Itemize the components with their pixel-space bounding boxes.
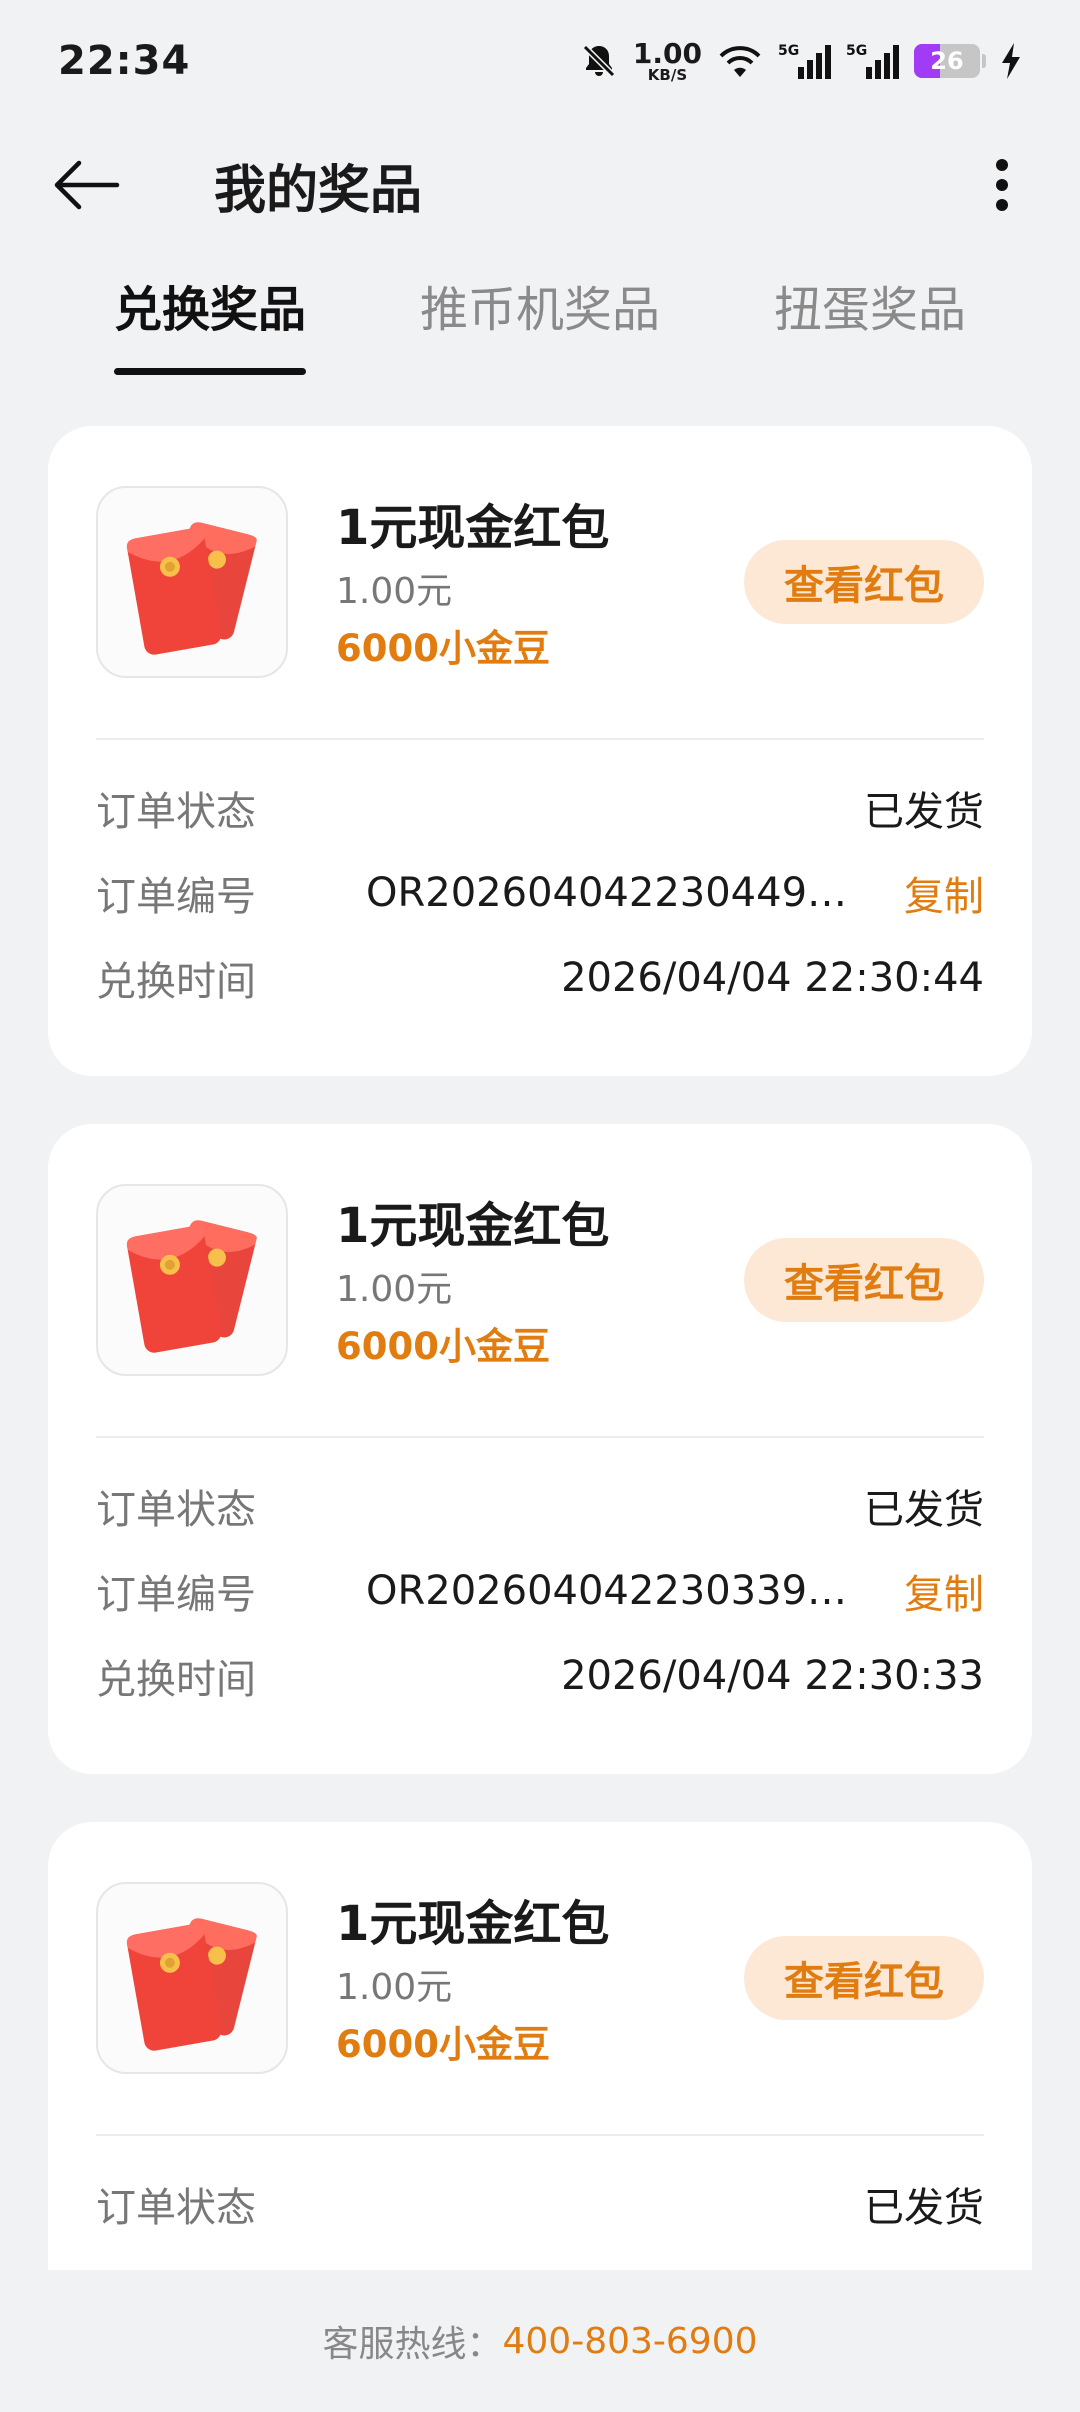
wifi-icon [719, 46, 761, 77]
product-cost: 6000小金豆 [336, 627, 550, 670]
product-cost: 6000小金豆 [336, 2023, 550, 2066]
product-name: 1元现金红包 [336, 1896, 610, 1952]
divider [96, 2134, 984, 2136]
network-speed: 1.00 KB/S [632, 36, 702, 84]
divider [96, 1436, 984, 1438]
network-speed-value: 1.00 [632, 36, 702, 70]
product-cost: 6000小金豆 [336, 1325, 550, 1368]
signal-icon: 5G [778, 43, 831, 79]
more-vertical-icon [996, 159, 1008, 211]
tab-gacha-prizes[interactable]: 扭蛋奖品 [774, 270, 966, 340]
network-1-label: 5G [778, 43, 799, 59]
exchange-time-label: 兑换时间 [96, 1657, 256, 1703]
active-tab-indicator [114, 368, 306, 375]
back-button[interactable] [48, 147, 124, 223]
hotline-number[interactable]: 400-803-6900 [502, 2321, 757, 2362]
app-header: 我的奖品 [0, 130, 1080, 240]
network-2-label: 5G [846, 43, 867, 59]
product-price: 1.00元 [336, 1967, 453, 2008]
order-number-value: OR2026040422304490... [366, 870, 856, 916]
order-status-value: 已发货 [864, 2185, 984, 2231]
red-envelope-icon [126, 1220, 257, 1353]
hotline-label: 客服热线： [322, 2324, 503, 2365]
product-price: 1.00元 [336, 571, 453, 612]
product-name: 1元现金红包 [336, 500, 610, 556]
more-options-button[interactable] [972, 147, 1032, 223]
exchange-time-row: 兑换时间 2026/04/04 22:30:44 [96, 948, 984, 1008]
copy-button[interactable]: 复制 [904, 864, 984, 922]
order-card: 1元现金红包 1.00元 6000小金豆 查看红包 订单状态 已发货 [48, 1822, 1032, 2342]
exchange-time-row: 兑换时间 2026/04/04 22:30:33 [96, 1646, 984, 1706]
order-status-value: 已发货 [864, 789, 984, 835]
battery-cap [982, 54, 986, 68]
order-card: 1元现金红包 1.00元 6000小金豆 查看红包 订单状态 已发货 订单编号 … [48, 1124, 1032, 1774]
status-bar: 22:34 1.00 KB/S 5G 5G 26 [0, 0, 1080, 122]
exchange-time-value: 2026/04/04 22:30:33 [561, 1653, 984, 1699]
order-status-value: 已发货 [864, 1487, 984, 1533]
order-number-row: 订单编号 OR2026040422304490... 复制 [96, 863, 984, 923]
red-envelope-icon [126, 522, 257, 655]
battery-level: 26 [930, 47, 964, 75]
copy-button[interactable]: 复制 [904, 1562, 984, 1620]
view-red-envelope-button[interactable]: 查看红包 [744, 1936, 984, 2020]
product-name: 1元现金红包 [336, 1198, 610, 1254]
customer-service-footer: 客服热线： 400-803-6900 [0, 2270, 1080, 2412]
status-icons: 1.00 KB/S 5G 5G 26 [579, 36, 1022, 84]
charging-icon [1002, 43, 1020, 79]
order-number-label: 订单编号 [96, 1572, 256, 1618]
page-title: 我的奖品 [214, 160, 423, 221]
red-envelope-image [96, 1882, 288, 2074]
exchange-time-value: 2026/04/04 22:30:44 [561, 955, 984, 1001]
order-status-label: 订单状态 [96, 2185, 256, 2231]
order-card: 1元现金红包 1.00元 6000小金豆 查看红包 订单状态 已发货 订单编号 … [48, 426, 1032, 1076]
prize-tabs: 兑换奖品 推币机奖品 扭蛋奖品 [0, 270, 1080, 380]
signal-icon: 5G [846, 43, 899, 79]
red-envelope-image [96, 486, 288, 678]
order-number-label: 订单编号 [96, 874, 256, 920]
network-speed-unit: KB/S [647, 65, 688, 84]
order-status-label: 订单状态 [96, 789, 256, 835]
order-number-row: 订单编号 OR2026040422303390... 复制 [96, 1561, 984, 1621]
order-number-value: OR2026040422303390... [366, 1568, 856, 1614]
order-status-row: 订单状态 已发货 [96, 1476, 984, 1536]
view-red-envelope-button[interactable]: 查看红包 [744, 540, 984, 624]
order-status-label: 订单状态 [96, 1487, 256, 1533]
red-envelope-image [96, 1184, 288, 1376]
battery-icon: 26 [914, 44, 980, 78]
order-status-row: 订单状态 已发货 [96, 2174, 984, 2234]
mute-bell-icon [582, 44, 616, 78]
red-envelope-icon [126, 1918, 257, 2051]
view-red-envelope-button[interactable]: 查看红包 [744, 1238, 984, 1322]
tab-coin-pusher-prizes[interactable]: 推币机奖品 [420, 270, 660, 340]
product-price: 1.00元 [336, 1269, 453, 1310]
tab-exchange-prizes[interactable]: 兑换奖品 [114, 270, 306, 340]
back-arrow-icon [54, 160, 120, 210]
status-time: 22:34 [58, 38, 191, 84]
divider [96, 738, 984, 740]
order-status-row: 订单状态 已发货 [96, 778, 984, 838]
exchange-time-label: 兑换时间 [96, 959, 256, 1005]
